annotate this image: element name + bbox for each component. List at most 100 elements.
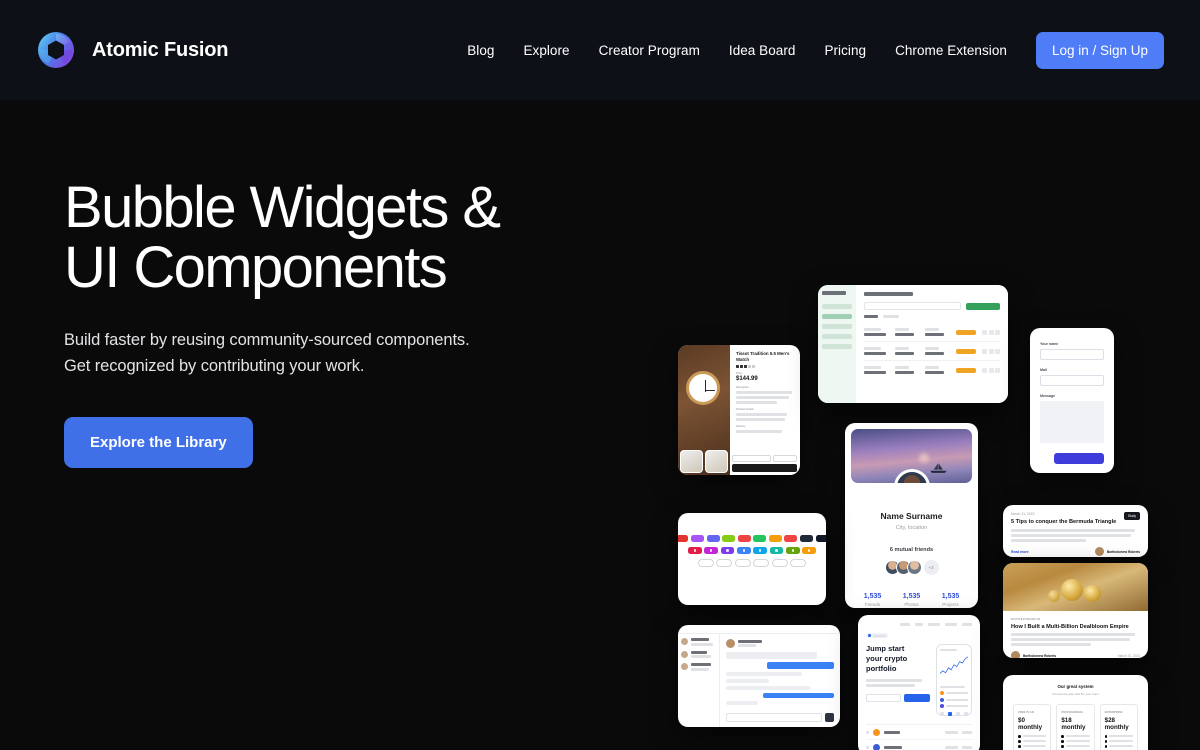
pricing-tier-enterprise[interactable]: ENTERPRISE $28 monthly (1099, 704, 1138, 750)
badge-pill-outline[interactable] (697, 559, 714, 567)
tier-feature (1018, 740, 1047, 743)
list-item (681, 663, 716, 671)
showcase-card-chat[interactable] (678, 625, 840, 727)
pricing-subtitle: Choose the plan that fits your team (1052, 692, 1099, 696)
dashboard-sidebar (818, 285, 856, 403)
get-started-button[interactable] (904, 693, 930, 702)
component-showcase-collage: Tissot Tradition 5.5 Men's Watch Price $… (660, 180, 1180, 750)
nav-link-blog[interactable]: Blog (467, 43, 494, 58)
showcase-card-product-watch[interactable]: Tissot Tradition 5.5 Men's Watch Price $… (678, 345, 800, 475)
badge-pill-outline[interactable] (734, 559, 751, 567)
badge-pill[interactable] (800, 535, 814, 542)
sidebar-item-statistics[interactable] (822, 334, 852, 339)
watch-thumbnails[interactable] (680, 450, 728, 473)
badge-pill[interactable] (768, 535, 782, 542)
crypto-nav[interactable] (866, 623, 972, 626)
badge-pill-dotted[interactable] (753, 547, 768, 554)
badge-pill[interactable] (706, 535, 720, 542)
badge-pill-outline[interactable] (771, 559, 788, 567)
badge-pill[interactable] (784, 535, 798, 542)
tier-feature (1104, 735, 1133, 738)
pricing-tier-free[interactable]: FREE PLAN $0 monthly (1013, 704, 1052, 750)
tier-feature (1104, 745, 1133, 748)
message-input[interactable] (726, 713, 822, 722)
email-field[interactable] (1040, 375, 1104, 386)
badge-pill-dotted[interactable] (785, 547, 800, 554)
showcase-card-pricing[interactable]: Our great system Choose the plan that fi… (1003, 675, 1148, 750)
badge-pill[interactable] (678, 535, 689, 542)
badge-pill-dotted[interactable] (736, 547, 751, 554)
badge-row-outline (688, 559, 816, 567)
badge-pill[interactable] (722, 535, 736, 542)
badge-pill-dotted[interactable] (769, 547, 784, 554)
list-item (681, 650, 716, 658)
login-signup-button[interactable]: Log in / Sign Up (1035, 31, 1164, 69)
send-message-button[interactable] (1054, 453, 1104, 464)
badge-pill-outline[interactable] (753, 559, 770, 567)
name-field[interactable] (1040, 349, 1104, 360)
badge-pill[interactable] (753, 535, 767, 542)
add-to-cart-button[interactable] (773, 455, 797, 462)
badge-pill-dotted[interactable] (720, 547, 735, 554)
showcase-card-profile[interactable]: Name Surname City, location 6 mutual fri… (845, 423, 978, 608)
stat-photos: 1,535 Photos (903, 593, 921, 607)
create-project-button[interactable] (966, 302, 1000, 310)
nav-link-creator-program[interactable]: Creator Program (599, 43, 700, 58)
showcase-card-contact-form[interactable]: Your name Mail Message (1030, 328, 1114, 473)
dashboard-tabs[interactable] (864, 315, 1000, 318)
table-row[interactable] (866, 740, 972, 750)
nav-link-pricing[interactable]: Pricing (824, 43, 866, 58)
badge-pill-dotted[interactable] (704, 547, 719, 554)
message-bubble-outgoing (767, 662, 834, 669)
mutual-friends-label: 6 mutual friends (889, 547, 934, 553)
table-row[interactable] (864, 342, 1001, 361)
conversation-list[interactable] (678, 634, 720, 727)
badge-pill[interactable] (690, 535, 704, 542)
badge-pill-outline[interactable] (790, 559, 807, 567)
buy-now-button[interactable] (732, 464, 797, 472)
badge-pill-outline[interactable] (716, 559, 733, 567)
email-field[interactable] (866, 693, 901, 702)
badge-pill-dotted[interactable] (802, 547, 817, 554)
send-icon[interactable] (825, 713, 834, 722)
explore-library-button[interactable]: Explore the Library (64, 416, 253, 468)
badge-pill[interactable] (815, 535, 826, 542)
read-more-link[interactable]: Read more (1011, 550, 1029, 554)
badge-row-dotted (687, 547, 817, 554)
mail-field-label: Mail (1040, 368, 1047, 372)
sidebar-item-dashboard[interactable] (822, 304, 852, 309)
sailboat-icon (930, 463, 947, 474)
message-bubble-incoming (726, 672, 802, 676)
brand-logo[interactable]: Atomic Fusion (36, 30, 228, 70)
search-input[interactable] (864, 302, 961, 310)
mutual-friends-avatars[interactable]: +3 (845, 560, 978, 575)
avatar (1011, 651, 1020, 658)
sidebar-item-calendar[interactable] (822, 324, 852, 329)
pricing-tier-professional[interactable]: PROFESSIONAL $18 monthly (1056, 704, 1095, 750)
nav-link-chrome-extension[interactable]: Chrome Extension (895, 43, 1007, 58)
nav-link-idea-board[interactable]: Idea Board (729, 43, 796, 58)
showcase-card-projects-dashboard[interactable] (818, 285, 1008, 403)
table-row[interactable] (864, 323, 1001, 342)
stat-label: Photos (904, 602, 919, 607)
showcase-card-blog-feature[interactable]: ENTREPRENEUR How I Built a Multi-Billion… (1003, 563, 1148, 658)
watch-title: Tissot Tradition 5.5 Men's Watch (736, 351, 790, 363)
price-label: Price (736, 372, 742, 376)
showcase-card-crypto-landing[interactable]: Jump start your crypto portfolio (858, 615, 980, 750)
sidebar-item-messages[interactable] (822, 344, 852, 349)
badge-pill[interactable] (737, 535, 751, 542)
announcement-pill[interactable] (866, 633, 888, 638)
nav-link-explore[interactable]: Explore (523, 43, 569, 58)
badge-pill-dotted[interactable] (687, 547, 702, 554)
tier-price: $18 monthly (1061, 717, 1086, 731)
tier-name: FREE PLAN (1018, 710, 1034, 714)
message-bubble-incoming (726, 686, 811, 690)
table-row[interactable] (866, 725, 972, 740)
message-textarea[interactable] (1040, 401, 1104, 443)
quantity-stepper[interactable] (732, 455, 771, 462)
showcase-card-blog-teaser[interactable]: March 31, 2022 5 Tips to conquer the Ber… (1003, 505, 1148, 557)
showcase-card-badges[interactable] (678, 513, 826, 605)
message-composer (726, 713, 834, 722)
sidebar-item-active-projects[interactable] (822, 314, 852, 319)
table-row[interactable] (864, 361, 1001, 379)
